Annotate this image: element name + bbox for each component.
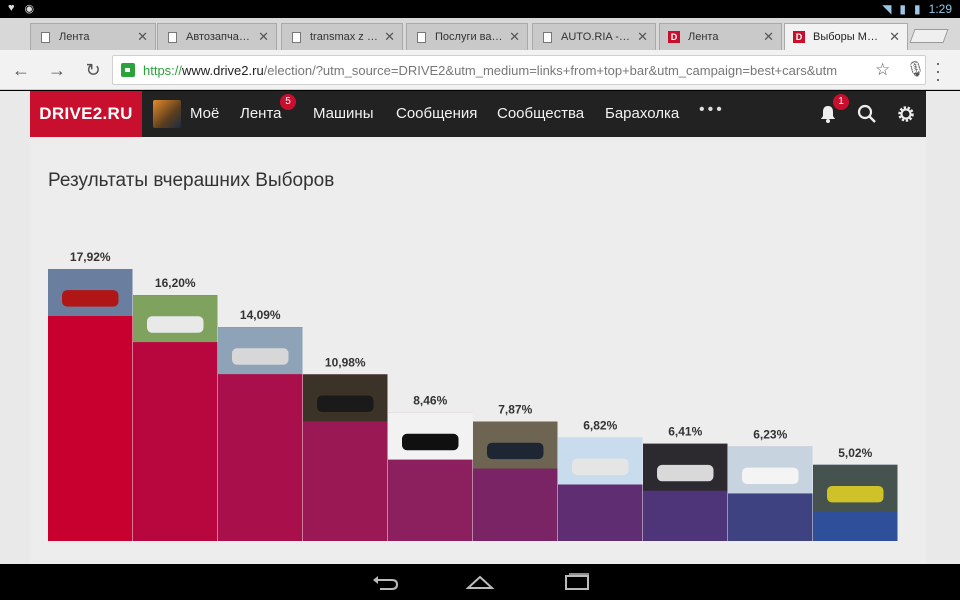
nav-lenta[interactable]: Лента [240, 105, 282, 122]
close-icon[interactable]: ✕ [763, 29, 774, 45]
tab-avtozapchasti[interactable]: Автозапчасти Т ✕ [157, 23, 277, 50]
percent-label: 6,41% [668, 425, 702, 439]
car-photo[interactable] [643, 443, 728, 491]
tab-label: AUTO.RIA - База [561, 31, 631, 43]
car-photo[interactable] [813, 464, 898, 512]
avatar[interactable] [153, 100, 181, 128]
car-photo[interactable] [218, 327, 303, 375]
home-icon[interactable] [465, 572, 495, 592]
address-bar[interactable]: https://www.drive2.ru/election/?utm_sour… [112, 55, 926, 85]
new-tab-button[interactable] [909, 29, 949, 43]
more-menu-dots[interactable]: ••• [699, 101, 725, 119]
tab-drive2-lenta[interactable]: D Лента ✕ [659, 23, 782, 50]
gear-icon[interactable] [896, 104, 916, 124]
tab-poslugi[interactable]: Послуги вагона ✕ [406, 23, 528, 50]
site-logo[interactable]: DRIVE2.RU [30, 91, 142, 137]
car-photo[interactable] [558, 437, 643, 485]
app-notification-icon: ◉ [24, 3, 35, 15]
election-results-panel: Результаты вчерашних Выборов 17,92% 16,20… [30, 137, 926, 564]
close-icon[interactable]: ✕ [509, 29, 520, 45]
notification-icons: ♥ ◉ [8, 2, 34, 15]
overflow-menu-icon[interactable]: · · · [934, 54, 942, 88]
tab-label: Послуги вагона [435, 31, 503, 43]
car-photo[interactable] [133, 295, 218, 343]
tab-autoria[interactable]: AUTO.RIA - База ✕ [532, 23, 656, 50]
percent-label: 14,09% [240, 308, 281, 322]
results-bar-chart: 17,92% 16,20% 14,09% 10,98% 8,46% 7,87% 6,82% 6… [48, 250, 898, 541]
clock: 1:29 [928, 2, 952, 16]
percent-label: 7,87% [498, 403, 532, 417]
close-icon[interactable]: ✕ [889, 29, 900, 45]
bookmark-star-icon[interactable]: ☆ [875, 60, 890, 80]
nav-soobshchestva[interactable]: Сообщества [497, 105, 584, 122]
tab-label: Лента [59, 31, 90, 43]
search-icon[interactable] [857, 104, 877, 124]
percent-label: 17,92% [70, 250, 111, 264]
battery-icon: ▮ [914, 2, 921, 16]
close-icon[interactable]: ✕ [637, 29, 648, 45]
close-icon[interactable]: ✕ [384, 29, 395, 45]
tab-vybory[interactable]: D Выборы Машин ✕ [784, 23, 908, 50]
close-icon[interactable]: ✕ [258, 29, 269, 45]
percent-label: 8,46% [413, 394, 447, 408]
tab-transmax[interactable]: transmax z подд ✕ [281, 23, 403, 50]
signal-icon: ▮ [899, 2, 907, 16]
page-icon [417, 32, 426, 43]
nav-mashiny[interactable]: Машины [313, 105, 373, 122]
tab-strip: Лента ✕ Автозапчасти Т ✕ transmax z подд… [0, 18, 960, 50]
recent-apps-icon[interactable] [562, 572, 592, 592]
car-photo[interactable] [473, 421, 558, 469]
url-path: /election/?utm_source=DRIVE2&utm_medium=… [263, 63, 838, 78]
forward-arrow-icon[interactable]: → [46, 59, 68, 81]
drive2-icon: D [668, 31, 680, 43]
nav-soobshcheniya[interactable]: Сообщения [396, 105, 477, 122]
percent-label: 16,20% [155, 276, 196, 290]
drive2-icon: D [793, 31, 805, 43]
lenta-badge: 5 [280, 94, 296, 110]
site-header: DRIVE2.RU Моё Лента 5 Машины Сообщения С… [30, 91, 926, 137]
page-icon [543, 32, 552, 43]
wifi-icon: ◥ [882, 2, 892, 16]
tab-label: Лента [688, 31, 719, 43]
nav-barakholka[interactable]: Барахолка [605, 105, 679, 122]
nav-moe[interactable]: Моё [190, 105, 219, 122]
notifications-badge: 1 [833, 94, 849, 110]
page-icon [41, 32, 50, 43]
microphone-icon[interactable]: 🎙︎ [906, 60, 925, 78]
tab-lenta[interactable]: Лента ✕ [30, 23, 156, 50]
page-icon [292, 32, 301, 43]
percent-label: 6,23% [753, 427, 787, 441]
page-icon [168, 32, 177, 43]
heart-icon: ♥ [8, 2, 15, 14]
back-arrow-icon[interactable]: ← [10, 59, 32, 81]
status-bar: ♥ ◉ ◥ ▮ ▮ 1:29 [0, 0, 960, 18]
tab-label: Автозапчасти Т [186, 31, 252, 43]
percent-label: 6,82% [583, 418, 617, 432]
percent-label: 10,98% [325, 355, 366, 369]
lock-icon [121, 63, 135, 77]
reload-icon[interactable]: ↻ [82, 59, 104, 81]
close-icon[interactable]: ✕ [137, 29, 148, 45]
system-nav-bar [0, 564, 960, 600]
car-photo[interactable] [303, 374, 388, 422]
percent-label: 5,02% [838, 446, 872, 460]
url-scheme: https:// [143, 63, 183, 78]
tab-label: Выборы Машин [813, 31, 883, 43]
web-page: DRIVE2.RU Моё Лента 5 Машины Сообщения С… [0, 91, 960, 564]
car-photo[interactable] [728, 446, 813, 494]
system-indicators: ◥ ▮ ▮ 1:29 [882, 2, 952, 16]
car-photo[interactable] [48, 269, 133, 316]
car-photo[interactable] [388, 412, 473, 460]
back-icon[interactable] [370, 572, 400, 592]
url-text[interactable]: https://www.drive2.ru/election/?utm_sour… [143, 63, 873, 78]
tab-label: transmax z подд [310, 31, 378, 43]
browser-toolbar: ← → ↻ https://www.drive2.ru/election/?ut… [0, 50, 960, 90]
url-host: www.drive2.ru [182, 63, 264, 78]
